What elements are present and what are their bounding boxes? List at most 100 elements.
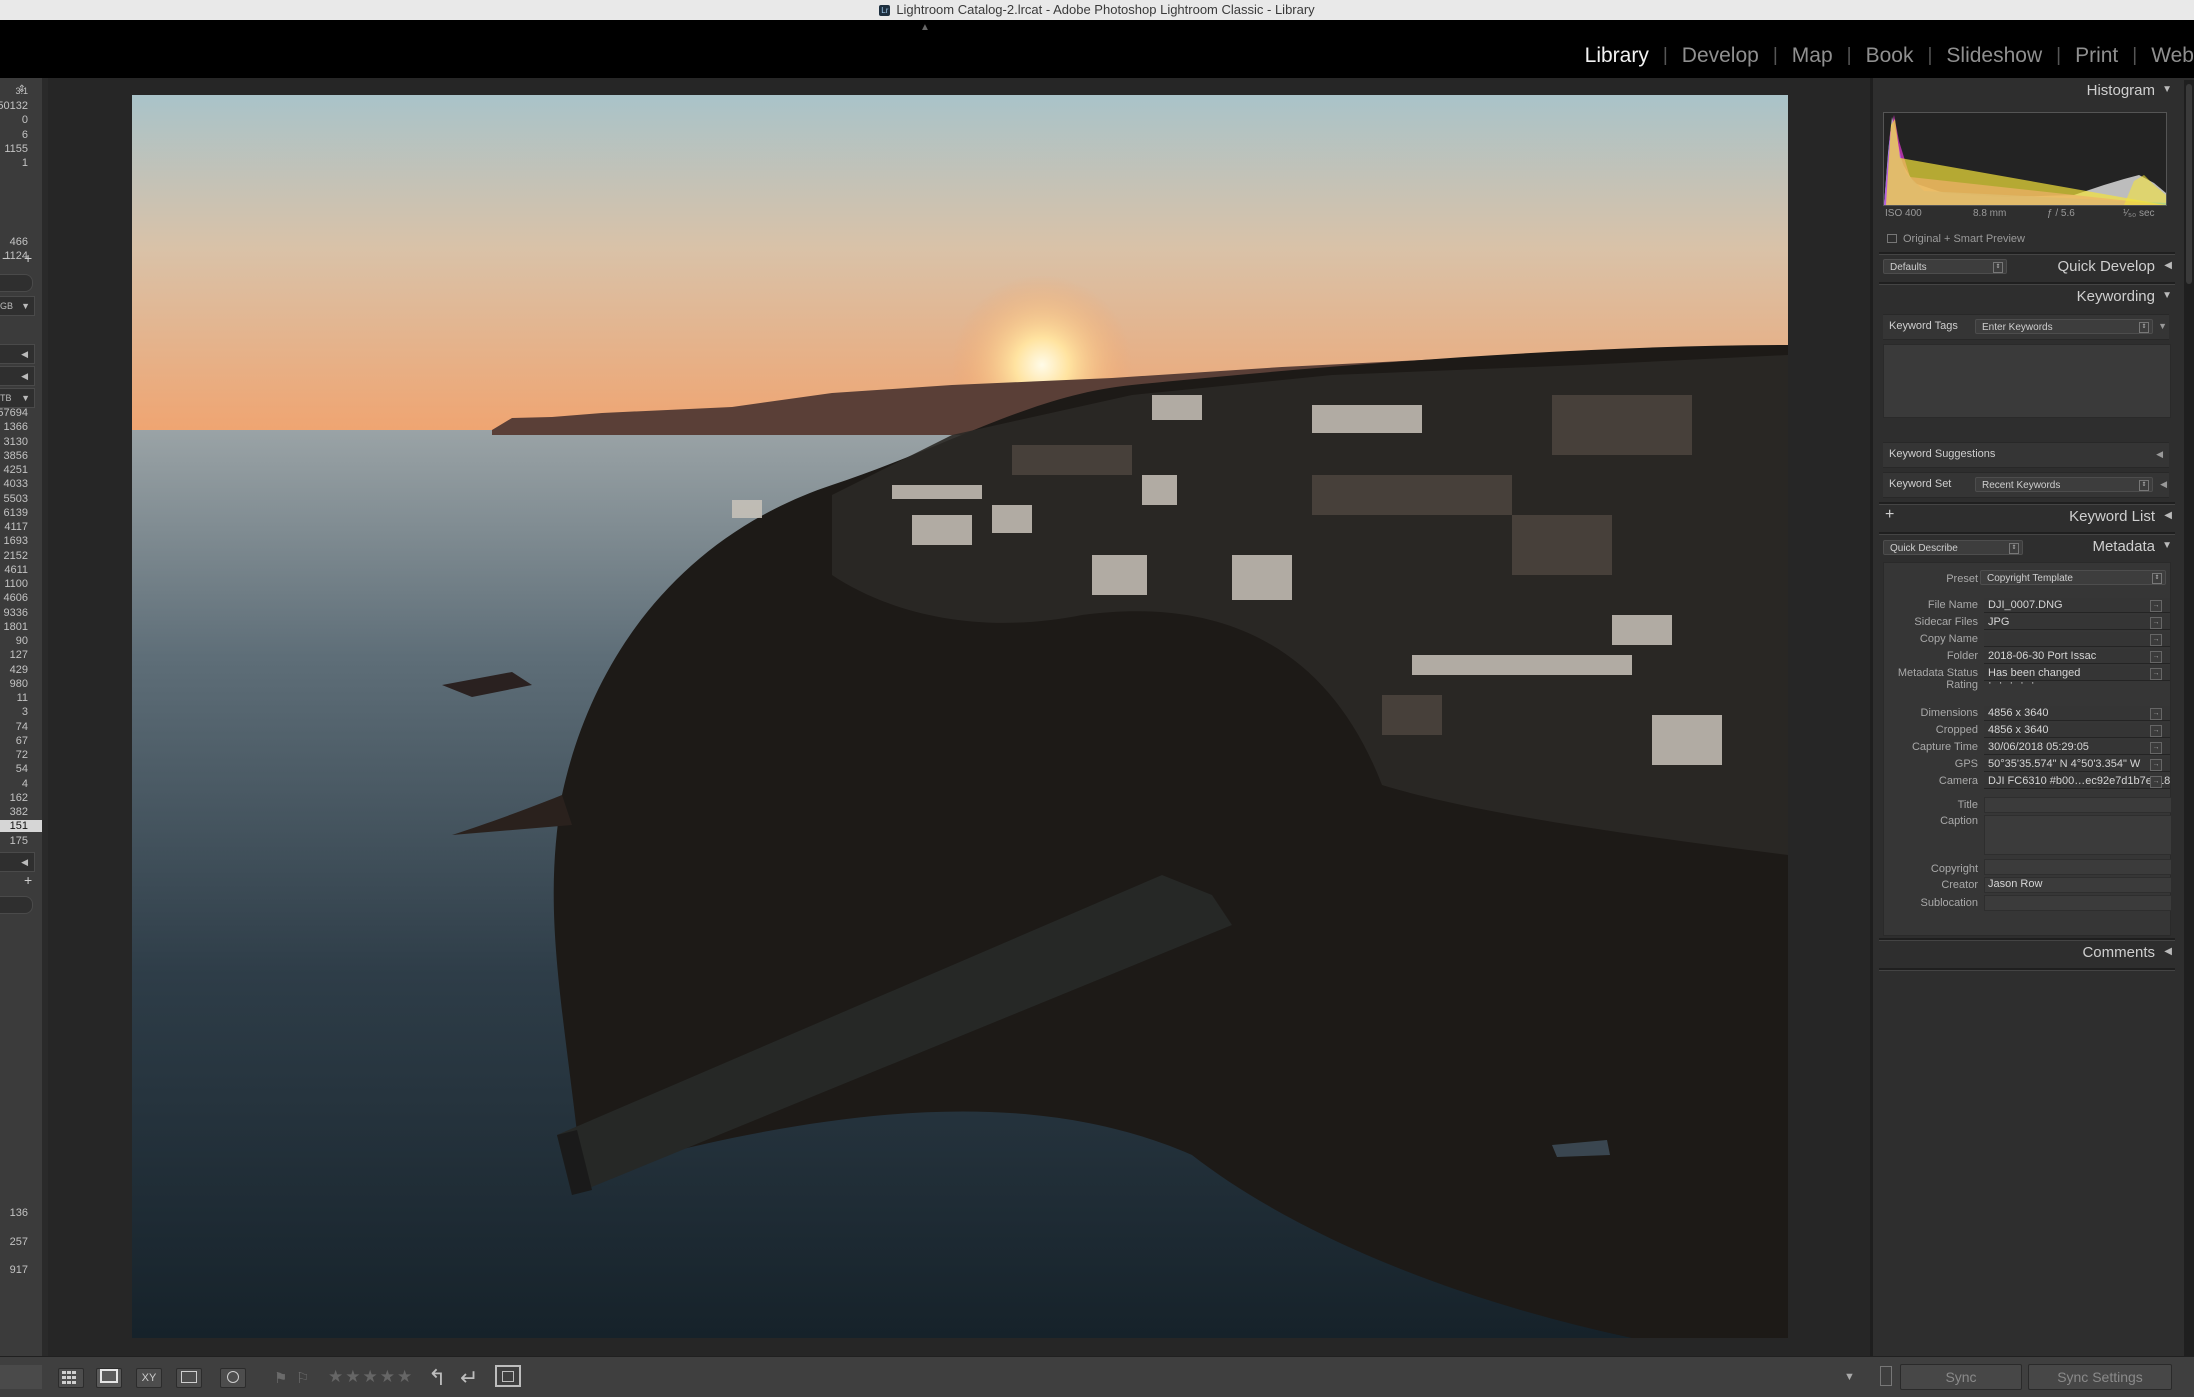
folder-count[interactable]: 4033 <box>4 478 28 490</box>
folder-count[interactable]: 90 <box>16 635 28 647</box>
folder-count[interactable]: 429 <box>10 664 28 676</box>
grid-view-icon[interactable] <box>58 1368 84 1388</box>
survey-view-icon[interactable] <box>176 1368 202 1388</box>
folder-count[interactable]: 917 <box>10 1264 28 1276</box>
folder-count[interactable]: 127 <box>10 649 28 661</box>
folder-count[interactable]: 257 <box>10 1236 28 1248</box>
folder-count[interactable]: 1801 <box>4 621 28 633</box>
keyword-tags-menu-icon[interactable]: ▼ <box>2158 321 2167 331</box>
folder-row-collapsed[interactable]: ◀ <box>0 366 35 386</box>
zoom-dropdown-icon[interactable]: ⇕ <box>18 84 26 95</box>
scrollbar-thumb[interactable] <box>2186 84 2192 284</box>
rotate-left-icon[interactable]: ↰ <box>428 1365 446 1391</box>
folder-count[interactable]: 57694 <box>0 407 28 419</box>
metadata-action-icon[interactable]: → <box>2150 600 2162 612</box>
folder-count[interactable]: 72 <box>16 749 28 761</box>
histogram-panel-header[interactable]: Histogram ▼ <box>1879 78 2175 104</box>
keyword-set-dropdown[interactable]: Recent Keywords ⇕ <box>1975 477 2153 492</box>
folder-count[interactable]: 1 <box>22 157 28 169</box>
folder-count[interactable]: 4611 <box>4 564 28 576</box>
rotate-right-icon[interactable]: ↵ <box>460 1365 478 1391</box>
sync-button[interactable]: Sync <box>1900 1364 2022 1390</box>
metadata-action-icon[interactable]: → <box>2150 742 2162 754</box>
sync-settings-button[interactable]: Sync Settings <box>2028 1364 2172 1390</box>
folder-count[interactable]: 1693 <box>4 535 28 547</box>
folder-count[interactable]: 5503 <box>4 493 28 505</box>
right-panel-scrollbar[interactable] <box>2184 80 2194 1396</box>
folder-count[interactable]: 1100 <box>4 578 28 590</box>
keyword-entry-area[interactable] <box>1883 344 2171 418</box>
folder-count[interactable]: 0 <box>22 114 28 126</box>
keywording-panel-header[interactable]: Keywording ▼ <box>1879 284 2175 310</box>
triangle-left-icon[interactable]: ◀ <box>2160 479 2167 490</box>
folder-row-collapsed[interactable]: ◀ <box>0 344 35 364</box>
title-field[interactable] <box>1984 797 2172 813</box>
toolbar-content-dropdown-icon[interactable]: ▼ <box>1844 1371 1855 1383</box>
module-map[interactable]: Map <box>1778 44 1847 68</box>
folder-count[interactable]: 1366 <box>4 421 28 433</box>
module-library[interactable]: Library <box>1571 44 1663 68</box>
volume-dropdown[interactable]: GB ▼ <box>0 296 35 316</box>
compare-view-icon[interactable]: XY <box>136 1368 162 1388</box>
metadata-preset-dropdown[interactable]: Copyright Template ⇕ <box>1980 570 2166 585</box>
module-print[interactable]: Print <box>2061 44 2132 68</box>
star-rating[interactable]: ★★★★★ <box>328 1367 414 1387</box>
drive-dropdown[interactable]: TB ▼ <box>0 388 35 408</box>
metadata-action-icon[interactable]: → <box>2150 759 2162 771</box>
folder-count[interactable]: 4606 <box>4 592 28 604</box>
folder-count[interactable]: 1155 <box>4 143 28 155</box>
folder-row-collapsed[interactable]: ◀ <box>0 852 35 872</box>
metadata-panel-header[interactable]: Metadata ▼ <box>1879 534 2175 560</box>
main-photo[interactable] <box>132 95 1788 1338</box>
folder-count[interactable]: 136 <box>10 1207 28 1219</box>
metadata-action-icon[interactable]: → <box>2150 776 2162 788</box>
copyright-field[interactable] <box>1984 859 2172 875</box>
folder-count[interactable]: 9336 <box>4 607 28 619</box>
module-slideshow[interactable]: Slideshow <box>1932 44 2056 68</box>
metadata-action-icon[interactable]: → <box>2150 668 2162 680</box>
folder-count[interactable]: 980 <box>10 678 28 690</box>
folder-count[interactable]: 4 <box>22 778 28 790</box>
loupe-view-icon[interactable] <box>96 1368 122 1388</box>
folder-count[interactable]: 3856 <box>4 450 28 462</box>
add-keyword-icon[interactable]: + <box>1885 506 1894 524</box>
folder-count[interactable]: 11 <box>17 692 28 704</box>
folder-count[interactable]: 2152 <box>4 550 28 562</box>
reject-flag-icon[interactable]: ⚐ <box>296 1369 309 1387</box>
pick-flag-icon[interactable]: ⚑ <box>274 1369 287 1387</box>
auto-sync-toggle[interactable] <box>1880 1366 1892 1386</box>
folder-count[interactable]: 162 <box>10 792 28 804</box>
keyword-list-panel-header[interactable]: + Keyword List ◀ <box>1879 504 2175 530</box>
folder-count[interactable]: 382 <box>10 806 28 818</box>
folder-count[interactable]: 4117 <box>4 521 28 533</box>
folder-count[interactable]: 1124 <box>4 250 28 262</box>
folder-count[interactable]: 74 <box>16 721 28 733</box>
quick-develop-panel-header[interactable]: Quick Develop ◀ <box>1879 254 2175 280</box>
module-book[interactable]: Book <box>1852 44 1928 68</box>
folder-count[interactable]: 6139 <box>4 507 28 519</box>
folder-count[interactable]: 175 <box>10 835 28 847</box>
folder-count[interactable]: 4251 <box>4 464 28 476</box>
folder-count[interactable]: 151 <box>0 820 42 833</box>
metadata-action-icon[interactable]: → <box>2150 651 2162 663</box>
metadata-field-box[interactable] <box>1984 632 2170 647</box>
folder-count[interactable]: 3130 <box>4 436 28 448</box>
module-web[interactable]: Web <box>2137 44 2194 68</box>
add-collection-icon[interactable]: + <box>24 872 32 888</box>
comments-panel-header[interactable]: Comments ◀ <box>1879 940 2175 966</box>
metadata-action-icon[interactable]: → <box>2150 708 2162 720</box>
folder-search-field[interactable] <box>0 274 33 292</box>
module-develop[interactable]: Develop <box>1668 44 1773 68</box>
keyword-suggestions-row[interactable]: Keyword Suggestions ◀ <box>1883 442 2169 468</box>
collection-search-field[interactable] <box>0 896 33 914</box>
rating-dots[interactable]: · · · · · <box>1988 677 2037 689</box>
metadata-action-icon[interactable]: → <box>2150 634 2162 646</box>
folder-count[interactable]: 50132 <box>0 100 28 112</box>
crop-overlay-icon[interactable] <box>495 1365 521 1387</box>
histogram-chart[interactable] <box>1883 112 2167 206</box>
folder-count[interactable]: 67 <box>16 735 28 747</box>
collapse-top-panel-icon[interactable]: ▲ <box>920 22 930 33</box>
metadata-action-icon[interactable]: → <box>2150 617 2162 629</box>
sublocation-field[interactable] <box>1984 895 2172 911</box>
folder-count[interactable]: 6 <box>22 129 28 141</box>
